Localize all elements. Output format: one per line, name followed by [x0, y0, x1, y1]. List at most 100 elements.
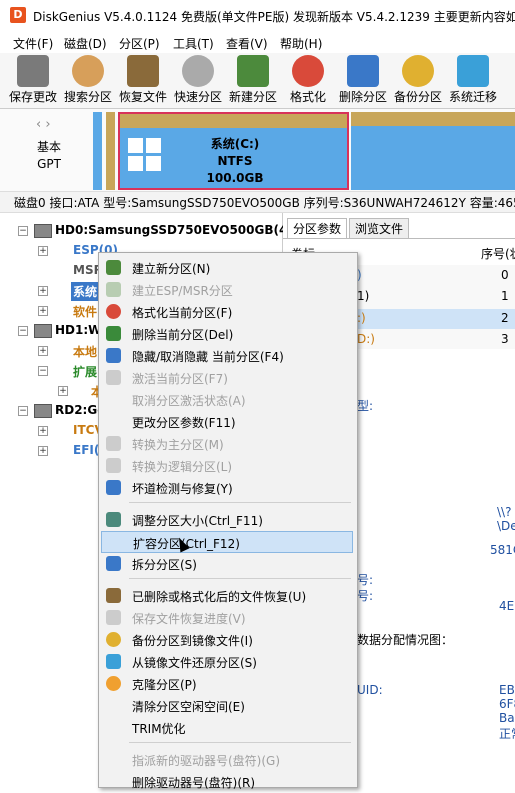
menu-separator	[129, 578, 351, 579]
collapse-icon[interactable]: −	[18, 326, 28, 336]
col-seq-header: 序号(状	[481, 247, 515, 261]
menu-restore-from-image[interactable]: 从镜像文件还原分区(S)	[99, 651, 355, 673]
expand-icon[interactable]: +	[58, 386, 68, 396]
windows-logo-icon	[128, 138, 162, 172]
resize-icon	[106, 512, 121, 527]
menu-help[interactable]: 帮助(H)	[280, 35, 322, 52]
menu-partition[interactable]: 分区(P)	[119, 35, 160, 52]
menu-clone-partition[interactable]: 克隆分区(P)	[99, 673, 355, 695]
menu-separator	[129, 502, 351, 503]
activate-icon	[106, 370, 121, 385]
tree-software[interactable]: 软件	[73, 303, 97, 320]
tree-extended[interactable]: 扩展	[73, 363, 97, 380]
tree-disk1[interactable]: HD1:W	[55, 323, 101, 337]
format-icon	[106, 304, 121, 319]
menu-assign-drive-letter[interactable]: 指派新的驱动器号(盘符)(G)	[99, 749, 355, 771]
tools-icon	[106, 480, 121, 495]
menu-remove-drive-letter[interactable]: 删除驱动器号(盘符)(R)	[99, 771, 355, 793]
expand-icon[interactable]: +	[38, 246, 48, 256]
partition-fs: NTFS	[217, 154, 253, 168]
expand-icon[interactable]: +	[38, 346, 48, 356]
system-partition-block[interactable]: 系统(C:) NTFS 100.0GB	[118, 112, 349, 190]
menu-bar: 文件(F) 磁盘(D) 分区(P) 工具(T) 查看(V) 帮助(H)	[0, 31, 515, 53]
tab-browse-files[interactable]: 浏览文件	[349, 218, 410, 238]
quick-partition-button[interactable]: 快速分区	[172, 55, 224, 105]
convert-icon	[106, 436, 121, 451]
msr-partition-block[interactable]	[106, 112, 115, 190]
menu-convert-logical[interactable]: 转换为逻辑分区(L)	[99, 455, 355, 477]
menu-tools[interactable]: 工具(T)	[173, 35, 214, 52]
disk-nav-arrows[interactable]: ‹ ›	[36, 117, 51, 132]
tree-local[interactable]: 本地	[73, 343, 97, 360]
format-button[interactable]: 格式化	[282, 55, 334, 105]
window-title: DiskGenius V5.4.0.1124 免费版(单文件PE版) 发现新版本…	[33, 10, 515, 24]
collapse-icon[interactable]: −	[18, 226, 28, 236]
save-changes-button[interactable]: 保存更改	[7, 55, 59, 105]
hard-disk-icon	[34, 404, 52, 418]
menu-delete-partition[interactable]: 删除当前分区(Del)	[99, 323, 355, 345]
title-bar: D DiskGenius V5.4.0.1124 免费版(单文件PE版) 发现新…	[0, 0, 515, 32]
new-partition-icon	[106, 260, 121, 275]
disk-map: ‹ › 基本 GPT 系统(C:) NTFS 100.0GB	[0, 109, 515, 191]
partition-context-menu: 建立新分区(N) 建立ESP/MSR分区 格式化当前分区(F) 删除当前分区(D…	[98, 252, 358, 790]
system-migration-button[interactable]: 系统迁移	[447, 55, 499, 105]
expand-icon[interactable]: +	[38, 286, 48, 296]
expand-icon[interactable]: +	[38, 446, 48, 456]
convert-icon	[106, 458, 121, 473]
menu-create-esp-msr[interactable]: 建立ESP/MSR分区	[99, 279, 355, 301]
menu-deactivate-partition[interactable]: 取消分区激活状态(A)	[99, 389, 355, 411]
software-partition-block[interactable]	[351, 112, 515, 190]
menu-save-progress[interactable]: 保存文件恢复进度(V)	[99, 607, 355, 629]
menu-view[interactable]: 查看(V)	[226, 35, 268, 52]
menu-new-partition[interactable]: 建立新分区(N)	[99, 257, 355, 279]
tab-partition-params[interactable]: 分区参数	[287, 218, 348, 238]
menu-format-partition[interactable]: 格式化当前分区(F)	[99, 301, 355, 323]
delete-partition-button[interactable]: 删除分区	[337, 55, 389, 105]
partition-name: 系统(C:)	[210, 137, 260, 151]
menu-separator	[129, 742, 351, 743]
tree-disk0[interactable]: HD0:SamsungSSD750EVO500GB(466	[55, 223, 304, 237]
collapse-icon[interactable]: −	[18, 406, 28, 416]
tree-system-selected[interactable]: 系统	[71, 282, 100, 301]
backup-icon	[402, 55, 434, 87]
esp-msr-icon	[106, 282, 121, 297]
menu-change-params[interactable]: 更改分区参数(F11)	[99, 411, 355, 433]
backup-partition-button[interactable]: 备份分区	[392, 55, 444, 105]
new-partition-button[interactable]: 新建分区	[227, 55, 279, 105]
clone-icon	[106, 676, 121, 691]
disk-type-label: 基本 GPT	[36, 140, 61, 171]
partition-size: 100.0GB	[206, 171, 264, 185]
menu-extend-partition[interactable]: 扩容分区(Ctrl_F12)	[101, 531, 353, 553]
recover-files-button[interactable]: 恢复文件	[117, 55, 169, 105]
tree-efi[interactable]: EFI(	[73, 443, 99, 457]
menu-activate-partition[interactable]: 激活当前分区(F7)	[99, 367, 355, 389]
menu-disk[interactable]: 磁盘(D)	[64, 35, 107, 52]
expand-icon[interactable]: +	[38, 306, 48, 316]
hide-icon	[106, 348, 121, 363]
menu-convert-primary[interactable]: 转换为主分区(M)	[99, 433, 355, 455]
new-partition-icon	[237, 55, 269, 87]
search-icon	[72, 55, 104, 87]
format-icon	[292, 55, 324, 87]
hard-disk-icon	[34, 324, 52, 338]
recover-icon	[106, 588, 121, 603]
menu-trim[interactable]: TRIM优化	[99, 717, 355, 739]
trash-icon	[106, 326, 121, 341]
search-partition-button[interactable]: 搜索分区	[62, 55, 114, 105]
menu-file[interactable]: 文件(F)	[13, 35, 53, 52]
save-icon	[106, 610, 121, 625]
menu-wipe-free-space[interactable]: 清除分区空闲空间(E)	[99, 695, 355, 717]
menu-resize-partition[interactable]: 调整分区大小(Ctrl_F11)	[99, 509, 355, 531]
menu-bad-sector-check[interactable]: 坏道检测与修复(Y)	[99, 477, 355, 499]
hard-disk-icon	[34, 224, 52, 238]
collapse-icon[interactable]: −	[38, 366, 48, 376]
menu-recover-files[interactable]: 已删除或格式化后的文件恢复(U)	[99, 585, 355, 607]
toolbar: 保存更改 搜索分区 恢复文件 快速分区 新建分区 格式化 删除分区 备份分区 系…	[0, 53, 515, 109]
menu-hide-partition[interactable]: 隐藏/取消隐藏 当前分区(F4)	[99, 345, 355, 367]
menu-backup-to-image[interactable]: 备份分区到镜像文件(I)	[99, 629, 355, 651]
esp-partition-block[interactable]	[93, 112, 102, 190]
expand-icon[interactable]: +	[38, 426, 48, 436]
split-icon	[106, 556, 121, 571]
menu-split-partition[interactable]: 拆分分区(S)	[99, 553, 355, 575]
trash-icon	[347, 55, 379, 87]
